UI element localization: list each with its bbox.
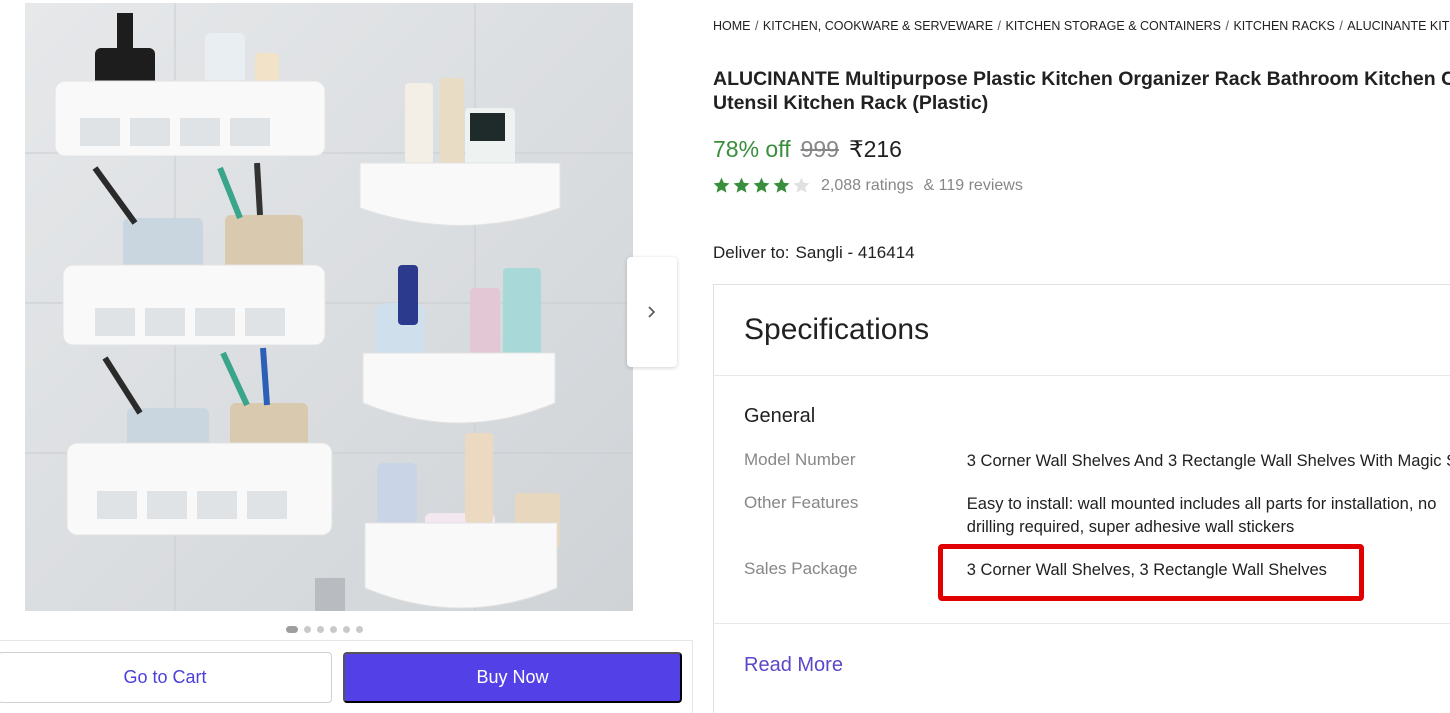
product-image[interactable]	[25, 3, 633, 611]
star-icon	[733, 177, 750, 193]
spec-group-title: General	[744, 405, 816, 427]
divider	[714, 623, 1450, 624]
breadcrumb-item[interactable]: KITCHEN STORAGE & CONTAINERS	[1005, 19, 1221, 33]
product-photo-illustration	[25, 3, 633, 611]
product-title-line: ALUCINANTE Multipurpose Plastic Kitchen …	[713, 68, 1450, 90]
gallery-pagination	[286, 626, 363, 633]
delivery-pincode: Sangli - 416414	[795, 243, 915, 262]
divider	[0, 640, 693, 641]
highlight-annotation-box	[938, 544, 1364, 601]
star-icon	[773, 177, 790, 193]
pagination-dot-active[interactable]	[286, 626, 298, 633]
breadcrumb: HOME / KITCHEN, COOKWARE & SERVEWARE / K…	[713, 19, 1450, 33]
spec-value: 3 Corner Wall Shelves And 3 Rectangle Wa…	[966, 452, 1450, 470]
breadcrumb-item[interactable]: KITCHEN RACKS	[1233, 19, 1334, 33]
next-image-button[interactable]	[627, 257, 677, 367]
pagination-dot[interactable]	[304, 626, 311, 633]
rating-row[interactable]: 2,088 ratings & 119 reviews	[712, 176, 1023, 195]
discount-badge: 78% off	[713, 136, 791, 162]
buy-now-button[interactable]: Buy Now	[343, 652, 682, 703]
star-icon	[753, 177, 770, 193]
breadcrumb-item[interactable]: HOME	[713, 19, 751, 33]
divider	[714, 375, 1450, 376]
product-title: ALUCINANTE Multipurpose Plastic Kitchen …	[713, 67, 1450, 115]
specifications-card: Specifications General Model Number 3 Co…	[713, 284, 1450, 713]
spec-row: Model Number 3 Corner Wall Shelves And 3…	[744, 450, 1450, 473]
chevron-right-icon	[648, 306, 656, 318]
spec-label: Sales Package	[744, 559, 858, 578]
product-title-line: Utensil Kitchen Rack (Plastic)	[713, 92, 989, 114]
pagination-dot[interactable]	[343, 626, 350, 633]
divider	[692, 640, 693, 713]
deliver-label: Deliver to:	[713, 243, 790, 262]
specifications-title: Specifications	[744, 313, 930, 346]
breadcrumb-item[interactable]: ALUCINANTE KITCHEN	[1347, 19, 1450, 33]
star-rating	[712, 176, 811, 195]
spec-row: Other Features Easy to install: wall mou…	[744, 493, 1450, 539]
go-to-cart-button[interactable]: Go to Cart	[0, 652, 332, 703]
read-more-link[interactable]: Read More	[744, 654, 843, 677]
pagination-dot[interactable]	[356, 626, 363, 633]
spec-label: Other Features	[744, 493, 859, 512]
reviews-count: & 119 reviews	[923, 176, 1023, 194]
breadcrumb-item[interactable]: KITCHEN, COOKWARE & SERVEWARE	[763, 19, 993, 33]
spec-label: Model Number	[744, 450, 856, 469]
selling-price: ₹216	[848, 136, 902, 162]
spec-value: Easy to install: wall mounted includes a…	[966, 495, 1437, 536]
pagination-dot[interactable]	[317, 626, 324, 633]
ratings-count: 2,088 ratings	[821, 176, 914, 194]
delivery-location[interactable]: Deliver to: Sangli - 416414	[713, 243, 915, 263]
star-icon	[793, 177, 810, 193]
price-row: 78% off 999 ₹216	[713, 136, 902, 163]
original-price: 999	[800, 136, 839, 162]
pagination-dot[interactable]	[330, 626, 337, 633]
star-icon	[713, 177, 730, 193]
